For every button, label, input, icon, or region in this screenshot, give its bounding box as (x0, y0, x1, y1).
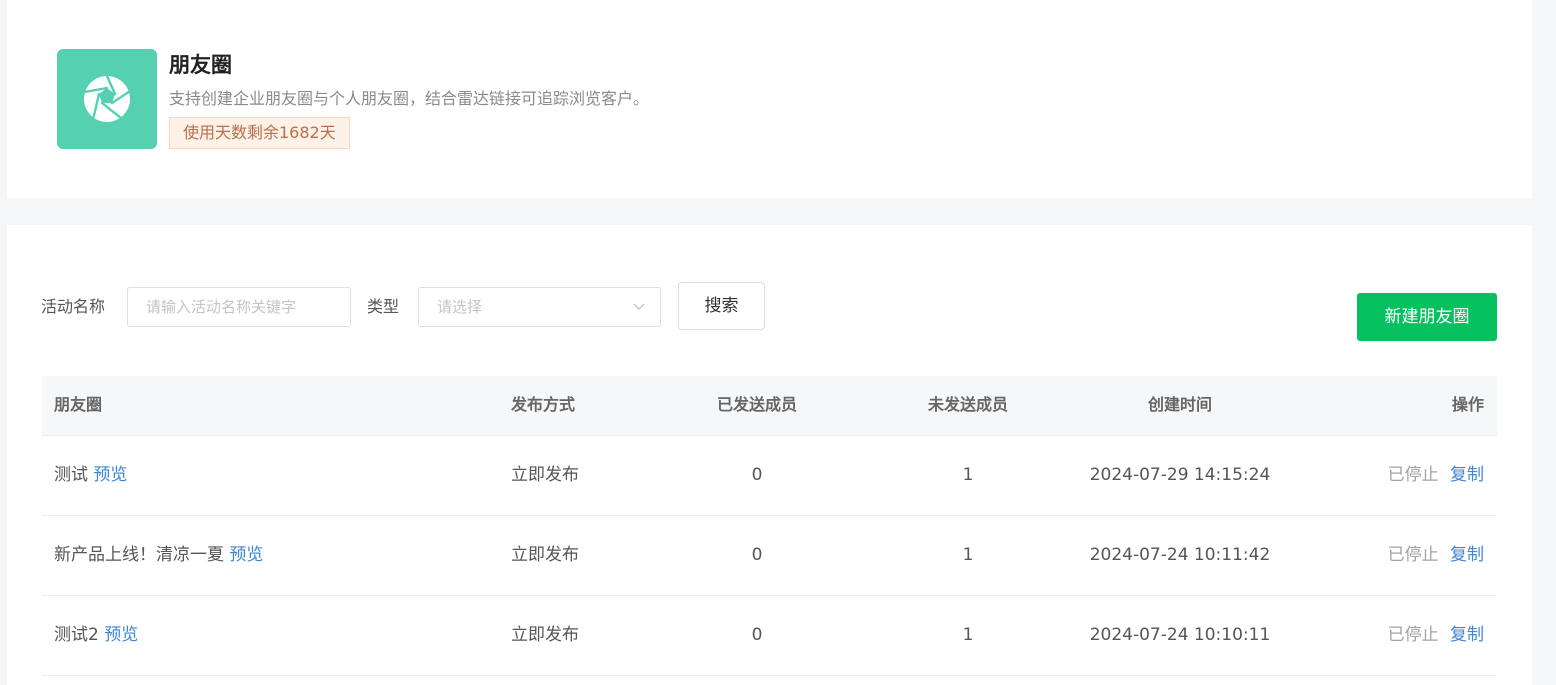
row-ops: 已停止 复制 (1388, 436, 1484, 516)
row-ops: 已停止 复制 (1388, 596, 1484, 676)
type-select-placeholder: 请选择 (437, 298, 483, 316)
row-name: 测试2 (54, 625, 99, 645)
row-ops: 已停止 复制 (1388, 516, 1484, 596)
row-unsent: 1 (962, 465, 974, 485)
preview-link[interactable]: 预览 (229, 545, 263, 565)
preview-link[interactable]: 预览 (93, 465, 127, 485)
header-name: 朋友圈 (54, 395, 103, 414)
row-created: 2024-07-24 10:10:11 (1089, 625, 1271, 645)
type-label: 类型 (367, 297, 400, 316)
row-unsent: 1 (962, 625, 974, 645)
header-created: 创建时间 (1147, 395, 1212, 414)
preview-link[interactable]: 预览 (104, 625, 138, 645)
copy-link[interactable]: 复制 (1450, 545, 1484, 565)
row-unsent: 1 (962, 545, 974, 565)
row-status: 已停止 (1387, 545, 1439, 565)
row-status: 已停止 (1387, 625, 1439, 645)
header-unsent: 未发送成员 (927, 395, 1008, 414)
row-name-cell: 新产品上线！清凉一夏 预览 (54, 516, 263, 596)
row-sent: 0 (751, 545, 763, 565)
page-title: 朋友圈 (169, 53, 232, 77)
row-method: 立即发布 (511, 545, 579, 565)
activity-name-label: 活动名称 (41, 297, 106, 316)
row-sent: 0 (751, 625, 763, 645)
table-row: 测试 预览 立即发布 0 1 2024-07-29 14:15:24 已停止 复… (42, 436, 1497, 516)
aperture-icon (57, 49, 157, 149)
copy-link[interactable]: 复制 (1450, 465, 1484, 485)
row-created: 2024-07-29 14:15:24 (1089, 465, 1271, 485)
create-moment-button[interactable]: 新建朋友圈 (1357, 293, 1497, 341)
page-description: 支持创建企业朋友圈与个人朋友圈，结合雷达链接可追踪浏览客户。 (169, 89, 650, 108)
table-row: 测试2 预览 立即发布 0 1 2024-07-24 10:10:11 已停止 … (42, 596, 1497, 676)
chevron-down-icon (633, 303, 645, 310)
row-name-cell: 测试 预览 (54, 436, 127, 516)
table-header: 朋友圈 发布方式 已发送成员 未发送成员 创建时间 操作 (42, 376, 1497, 436)
header-method: 发布方式 (511, 395, 576, 414)
row-name: 新产品上线！清凉一夏 (54, 545, 224, 565)
type-select[interactable]: 请选择 (418, 287, 661, 327)
header-ops: 操作 (1451, 395, 1484, 414)
moments-list-panel: 活动名称 类型 请选择 搜索 新建朋友圈 朋友圈 发布方式 已发送成员 未发送成… (7, 225, 1532, 685)
row-created: 2024-07-24 10:11:42 (1089, 545, 1271, 565)
row-method: 立即发布 (511, 465, 579, 485)
days-remaining-badge: 使用天数剩余1682天 (169, 117, 350, 149)
row-status: 已停止 (1387, 465, 1439, 485)
row-name-cell: 测试2 预览 (54, 596, 138, 676)
row-name: 测试 (54, 465, 88, 485)
row-sent: 0 (751, 465, 763, 485)
activity-name-input[interactable] (127, 287, 351, 327)
table-row: 新产品上线！清凉一夏 预览 立即发布 0 1 2024-07-24 10:11:… (42, 516, 1497, 596)
header-sent: 已发送成员 (716, 395, 797, 414)
app-info-card: 朋友圈 支持创建企业朋友圈与个人朋友圈，结合雷达链接可追踪浏览客户。 使用天数剩… (7, 0, 1532, 198)
copy-link[interactable]: 复制 (1450, 625, 1484, 645)
row-method: 立即发布 (511, 625, 579, 645)
moments-table: 朋友圈 发布方式 已发送成员 未发送成员 创建时间 操作 测试 预览 立即发布 … (42, 376, 1497, 676)
search-button[interactable]: 搜索 (678, 282, 765, 330)
